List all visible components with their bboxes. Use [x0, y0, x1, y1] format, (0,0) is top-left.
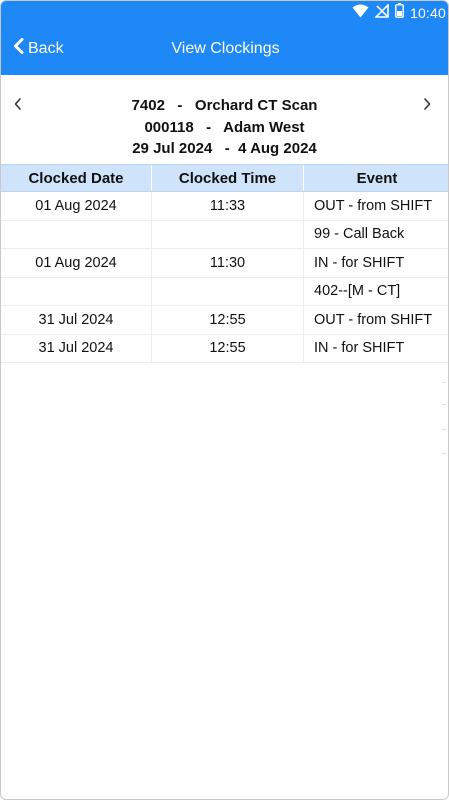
event-cell: IN - for SHIFT [303, 249, 448, 277]
chevron-left-icon [13, 98, 23, 115]
employee-line: 000118 - Adam West [144, 118, 305, 136]
clocked-date-cell: 01 Aug 2024 [35, 197, 117, 214]
department-line: 7402 - Orchard CT Scan [131, 97, 318, 114]
next-period-button[interactable] [422, 97, 436, 113]
table-row: 31 Jul 2024 12:55 IN - for SHIFT [1, 334, 448, 363]
clockings-table: Clocked Date Clocked Time Event 01 Aug 2… [1, 164, 448, 363]
table-row: 01 Aug 2024 11:30 IN - for SHIFT [1, 249, 448, 278]
clocked-date-cell: 01 Aug 2024 [35, 254, 117, 271]
clocked-time-cell [151, 220, 303, 248]
clocked-time-cell [151, 277, 303, 305]
app-screen: 10:40 Back View Clockings 7402 - Orchard… [0, 0, 449, 800]
clocked-time-cell: 11:30 [151, 249, 303, 277]
divider [442, 453, 446, 454]
event-cell: IN - for SHIFT [303, 334, 448, 362]
clocked-date-cell: 31 Jul 2024 [38, 340, 114, 357]
clocked-time-cell: 12:55 [151, 334, 303, 362]
column-header-event: Event [303, 165, 448, 191]
clocking-summary: 7402 - Orchard CT Scan 000118 - Adam Wes… [41, 95, 408, 160]
no-signal-icon [374, 2, 389, 23]
event-cell: OUT - from SHIFT [303, 306, 448, 334]
clocked-date-cell: 31 Jul 2024 [38, 311, 114, 328]
wifi-icon [352, 4, 369, 23]
divider [442, 404, 446, 405]
event-cell: OUT - from SHIFT [303, 192, 448, 220]
table-row: 402--[M - CT] [1, 277, 448, 306]
app-bar: Back View Clockings [1, 25, 448, 75]
page-title: View Clockings [171, 40, 280, 57]
clocked-date-cell [1, 221, 151, 249]
divider [442, 382, 446, 383]
column-header-clocked-date: Clocked Date [28, 169, 124, 187]
event-cell: 402--[M - CT] [303, 277, 448, 305]
previous-period-button[interactable] [13, 97, 27, 113]
status-bar: 10:40 [1, 1, 448, 25]
table-row: 01 Aug 2024 11:33 OUT - from SHIFT [1, 192, 448, 221]
status-icons: 10:40 [352, 2, 446, 23]
divider [442, 429, 446, 430]
date-range-line: 29 Jul 2024 - 4 Aug 2024 [132, 140, 317, 157]
column-header-clocked-time: Clocked Time [151, 165, 303, 191]
battery-icon [395, 3, 404, 23]
clocked-time-cell: 12:55 [151, 306, 303, 334]
table-header: Clocked Date Clocked Time Event [1, 164, 448, 192]
event-cell: 99 - Call Back [303, 220, 448, 248]
table-row: 99 - Call Back [1, 220, 448, 249]
chevron-right-icon [422, 98, 432, 115]
table-row: 31 Jul 2024 12:55 OUT - from SHIFT [1, 306, 448, 335]
clocked-time-cell: 11:33 [151, 192, 303, 220]
status-time: 10:40 [409, 5, 446, 21]
clocked-date-cell [1, 278, 151, 306]
